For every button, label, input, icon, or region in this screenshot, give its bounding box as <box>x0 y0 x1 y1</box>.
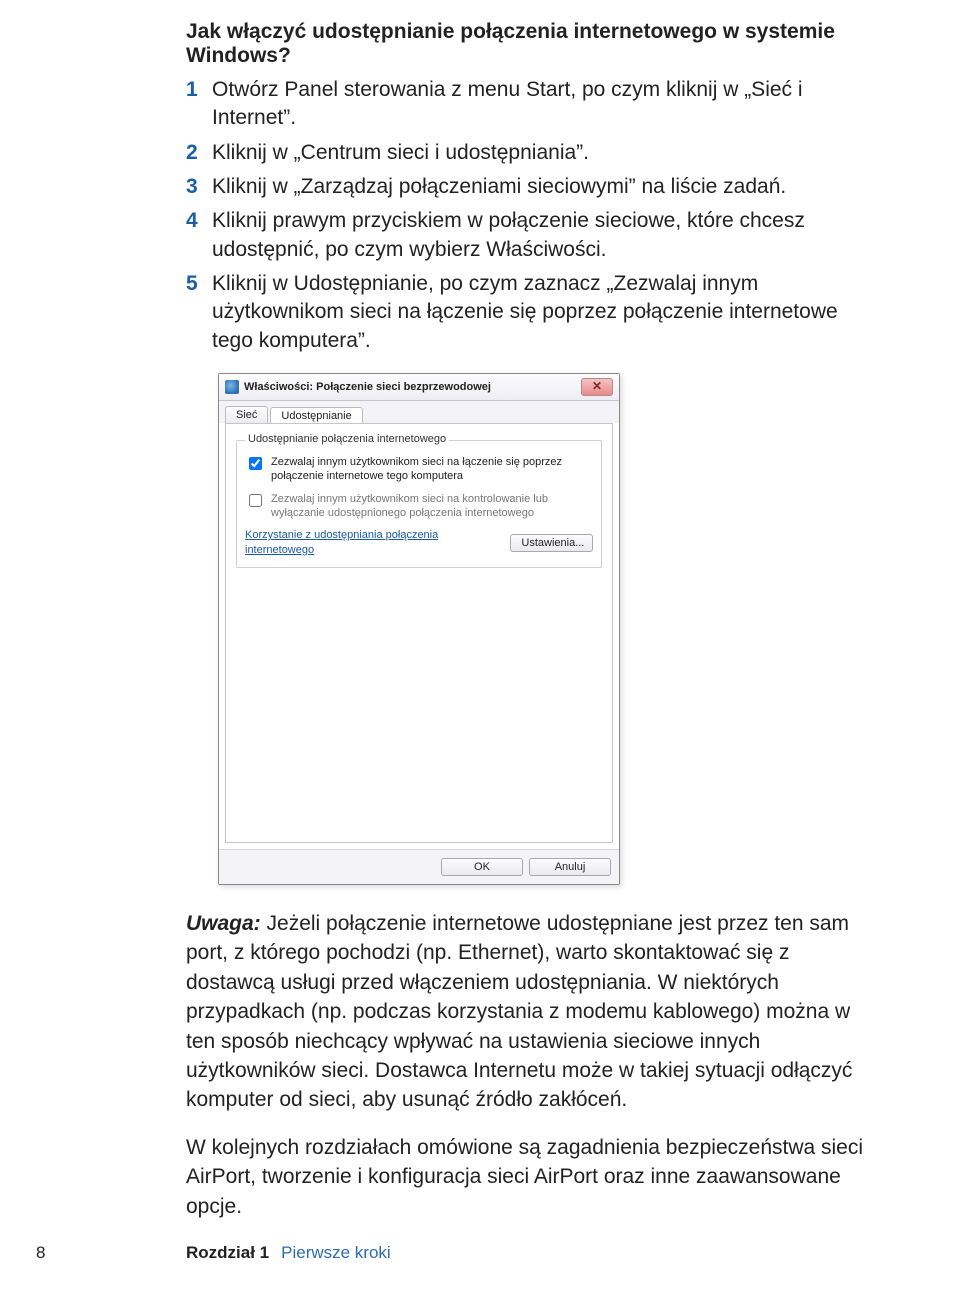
properties-dialog: Właściwości: Połączenie sieci bezprzewod… <box>218 373 620 885</box>
step-text: Otwórz Panel sterowania z menu Start, po… <box>212 76 870 133</box>
note-paragraph: Uwaga: Jeżeli połączenie internetowe udo… <box>186 909 870 1115</box>
checkbox-allow-connect[interactable]: Zezwalaj innym użytkownikom sieci na łąc… <box>245 455 593 484</box>
step-number: 2 <box>186 139 212 167</box>
network-icon <box>225 380 239 394</box>
checkbox-allow-connect-label: Zezwalaj innym użytkownikom sieci na łąc… <box>271 455 593 484</box>
note-label: Uwaga: <box>186 912 261 935</box>
step-number: 4 <box>186 207 212 264</box>
tab-strip: Sieć Udostępnianie <box>219 401 619 423</box>
dialog-title: Właściwości: Połączenie sieci bezprzewod… <box>244 381 491 393</box>
step-number: 3 <box>186 173 212 201</box>
note-body: Jeżeli połączenie internetowe udostępnia… <box>186 912 852 1111</box>
section-heading: Jak włączyć udostępnianie połączenia int… <box>186 20 870 68</box>
tab-sharing[interactable]: Udostępnianie <box>270 407 362 424</box>
dialog-button-row: OK Anuluj <box>219 849 619 884</box>
step-item: 1Otwórz Panel sterowania z menu Start, p… <box>186 76 870 133</box>
step-item: 2Kliknij w „Centrum sieci i udostępniani… <box>186 139 870 167</box>
help-link[interactable]: Korzystanie z udostępniania połączenia i… <box>245 528 500 557</box>
chapter-name: Pierwsze kroki <box>281 1243 391 1263</box>
tab-network[interactable]: Sieć <box>225 406 268 423</box>
step-text: Kliknij prawym przyciskiem w połączenie … <box>212 207 870 264</box>
cancel-button[interactable]: Anuluj <box>529 858 611 876</box>
checkbox-allow-connect-box[interactable] <box>249 457 262 470</box>
step-list: 1Otwórz Panel sterowania z menu Start, p… <box>186 76 870 355</box>
step-number: 5 <box>186 270 212 355</box>
dialog-screenshot: Właściwości: Połączenie sieci bezprzewod… <box>218 373 870 885</box>
sharing-panel: Udostępnianie połączenia internetowego Z… <box>225 423 613 843</box>
settings-button[interactable]: Ustawienia... <box>510 534 593 552</box>
page-footer: 8 Rozdział 1 Pierwsze kroki <box>0 1243 391 1263</box>
chapter-label: Rozdział 1 <box>186 1243 269 1263</box>
checkbox-allow-control[interactable]: Zezwalaj innym użytkownikom sieci na kon… <box>245 492 593 521</box>
sharing-group: Udostępnianie połączenia internetowego Z… <box>236 440 602 568</box>
ok-button[interactable]: OK <box>441 858 523 876</box>
group-legend: Udostępnianie połączenia internetowego <box>245 433 449 445</box>
page-number: 8 <box>36 1243 186 1263</box>
step-item: 4Kliknij prawym przyciskiem w połączenie… <box>186 207 870 264</box>
checkbox-allow-control-box[interactable] <box>249 494 262 507</box>
step-text: Kliknij w „Centrum sieci i udostępniania… <box>212 139 870 167</box>
step-number: 1 <box>186 76 212 133</box>
step-item: 5Kliknij w Udostępnianie, po czym zaznac… <box>186 270 870 355</box>
close-button[interactable]: ✕ <box>581 378 613 396</box>
step-text: Kliknij w „Zarządzaj połączeniami siecio… <box>212 173 870 201</box>
titlebar: Właściwości: Połączenie sieci bezprzewod… <box>219 374 619 401</box>
step-text: Kliknij w Udostępnianie, po czym zaznacz… <box>212 270 870 355</box>
closing-paragraph: W kolejnych rozdziałach omówione są zaga… <box>186 1133 870 1221</box>
checkbox-allow-control-label: Zezwalaj innym użytkownikom sieci na kon… <box>271 492 593 521</box>
step-item: 3Kliknij w „Zarządzaj połączeniami sieci… <box>186 173 870 201</box>
